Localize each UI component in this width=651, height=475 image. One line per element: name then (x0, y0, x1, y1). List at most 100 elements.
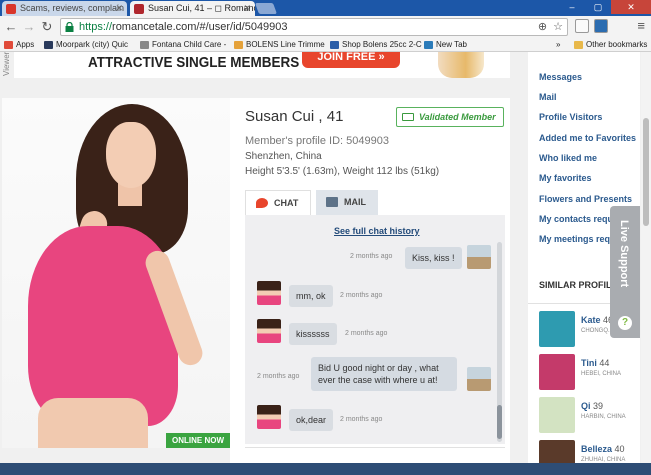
maximize-icon[interactable]: ▢ (585, 0, 611, 14)
new-tab-button[interactable] (254, 3, 278, 14)
minimize-icon[interactable]: – (559, 0, 585, 14)
tab-scams-reviews[interactable]: Scams, reviews, complain ✕ (2, 1, 127, 16)
avatar (257, 319, 281, 343)
help-question-icon: ? (618, 316, 632, 330)
bookmark-favicon-icon (44, 41, 53, 49)
similar-profiles-heading: SIMILAR PROFILE (539, 280, 618, 290)
bookmark-favicon-icon (234, 41, 243, 49)
page-scrollbar-thumb[interactable] (643, 118, 649, 226)
profile-height-weight: Height 5'3.5' (1.63m), Weight 112 lbs (5… (245, 166, 440, 177)
tab-title: Scams, reviews, complain (20, 3, 125, 13)
bookmarks-overflow-chevron[interactable]: » (556, 38, 560, 51)
profile-panel: Susan Cui , 41 Validated Member Member's… (230, 98, 510, 463)
lock-icon (65, 22, 74, 32)
member-profile-id: Member's profile ID: 5049903 (245, 135, 389, 147)
apps-grid-icon (4, 41, 13, 49)
page-scrollbar[interactable] (641, 52, 651, 463)
bookmark-item[interactable]: New Tab (424, 38, 467, 51)
bookmark-favicon-icon (424, 41, 433, 49)
id-card-icon (402, 113, 414, 121)
banner-headline: ATTRACTIVE SINGLE MEMBERS (88, 54, 300, 71)
avatar (257, 281, 281, 305)
message-bubble: ok,dear (289, 409, 334, 431)
similar-profile-card[interactable]: Qi 39 HARBIN, CHINA (539, 397, 639, 433)
sidebar-item-flowers-presents[interactable]: Flowers and Presents (539, 194, 632, 204)
sidebar-item-my-meetings-requests[interactable]: My meetings reque (539, 234, 621, 244)
side-label: Viewers (2, 52, 11, 76)
promo-banner[interactable]: ATTRACTIVE SINGLE MEMBERS JOIN FREE » (14, 52, 510, 78)
photo-face (106, 122, 156, 188)
chat-scrollbar-thumb[interactable] (497, 405, 502, 439)
sidebar-item-added-me-favorites[interactable]: Added me to Favorites (539, 133, 636, 143)
photo-legs (38, 398, 148, 448)
tab-title: Susan Cui, 41 – ◻ Romance (148, 3, 255, 13)
bookmark-apps[interactable]: Apps (4, 38, 34, 51)
bookmarks-bar: Apps Moorpark (city) Quic Fontana Child … (0, 38, 651, 52)
avatar (467, 245, 491, 269)
sidebar-item-who-liked-me[interactable]: Who liked me (539, 153, 597, 163)
sidebar-item-my-contacts-requests[interactable]: My contacts reque (539, 214, 618, 224)
folder-icon (574, 41, 583, 49)
url-text: https://romancetale.com/#/user/id/504990… (79, 21, 288, 33)
browser-toolbar: ← → ↻ https://romancetale.com/#/user/id/… (0, 16, 651, 38)
avatar (467, 367, 491, 391)
message-timestamp: 2 months ago (340, 292, 383, 299)
extension-icon[interactable] (575, 19, 589, 33)
live-support-label: Live Support (618, 220, 630, 288)
web-page: Viewers ATTRACTIVE SINGLE MEMBERS JOIN F… (0, 52, 651, 463)
tab-favicon-icon (134, 4, 144, 14)
message-bubble: Bid U good night or day , what ever the … (311, 357, 457, 391)
tab-romancetale[interactable]: Susan Cui, 41 – ◻ Romance ✕ (130, 1, 255, 16)
message-timestamp: 2 months ago (350, 253, 393, 260)
message-timestamp: 2 months ago (345, 330, 388, 337)
similar-profile-thumbnail[interactable] (539, 354, 575, 390)
sidebar-item-my-favorites[interactable]: My favorites (539, 173, 592, 183)
bookmark-item[interactable]: Fontana Child Care - (140, 38, 226, 51)
online-now-badge: ONLINE NOW (166, 433, 230, 448)
live-support-tab[interactable]: Live Support ? (610, 206, 640, 338)
similar-profile-thumbnail[interactable] (539, 440, 575, 463)
bookmark-star-icon[interactable]: ☆ (553, 20, 563, 33)
menu-icon[interactable]: ≡ (637, 18, 645, 33)
sidebar-item-profile-visitors[interactable]: Profile Visitors (539, 112, 602, 122)
bookmark-favicon-icon (140, 41, 149, 49)
tab-mail[interactable]: MAIL (316, 190, 378, 215)
tab-favicon-icon (6, 4, 16, 14)
bookmark-item[interactable]: Shop Bolens 25cc 2-C (330, 38, 422, 51)
address-bar[interactable]: https://romancetale.com/#/user/id/504990… (60, 18, 568, 36)
similar-profile-thumbnail[interactable] (539, 311, 575, 347)
message-timestamp: 2 months ago (340, 416, 383, 423)
chat-window: See full chat history 2 months ago Kiss,… (245, 215, 505, 444)
envelope-icon (326, 197, 338, 207)
similar-profile-name: Belleza 40 (581, 444, 625, 454)
tab-chat[interactable]: CHAT (245, 190, 311, 215)
bookmark-item[interactable]: Moorpark (city) Quic (44, 38, 128, 51)
sidebar-item-mail[interactable]: Mail (539, 92, 557, 102)
extension-icon[interactable] (594, 19, 608, 33)
similar-profile-thumbnail[interactable] (539, 397, 575, 433)
back-arrow-icon[interactable]: ← (3, 19, 19, 35)
similar-profile-name: Qi 39 (581, 401, 604, 411)
similar-profile-card[interactable]: Belleza 40 ZHUHAI, CHINA (539, 440, 639, 463)
reload-icon[interactable]: ↻ (39, 19, 55, 35)
similar-profile-location: HEBEI, CHINA (581, 371, 622, 377)
tab-close-icon[interactable]: ✕ (243, 1, 251, 16)
profile-location: Shenzhen, China (245, 151, 322, 162)
validated-member-badge: Validated Member (396, 107, 504, 127)
similar-profile-name: Kate 46 (581, 315, 614, 325)
forward-arrow-icon[interactable]: → (21, 19, 37, 35)
similar-profile-location: CHONGQ... (581, 328, 614, 334)
tab-close-icon[interactable]: ✕ (115, 1, 123, 16)
other-bookmarks[interactable]: Other bookmarks (574, 38, 647, 51)
similar-profile-card[interactable]: Tini 44 HEBEI, CHINA (539, 354, 639, 390)
profile-photo[interactable] (2, 98, 230, 448)
zoom-icon[interactable]: ⊕ (538, 20, 547, 33)
bookmark-item[interactable]: BOLENS Line Trimme (234, 38, 325, 51)
message-bubble: mm, ok (289, 285, 333, 307)
similar-profile-name: Tini 44 (581, 358, 610, 368)
window-close-icon[interactable]: ✕ (611, 0, 651, 14)
sidebar-item-messages[interactable]: Messages (539, 72, 582, 82)
chat-input-area[interactable] (245, 447, 505, 463)
full-chat-history-link[interactable]: See full chat history (334, 226, 420, 236)
join-free-button[interactable]: JOIN FREE » (302, 52, 400, 68)
